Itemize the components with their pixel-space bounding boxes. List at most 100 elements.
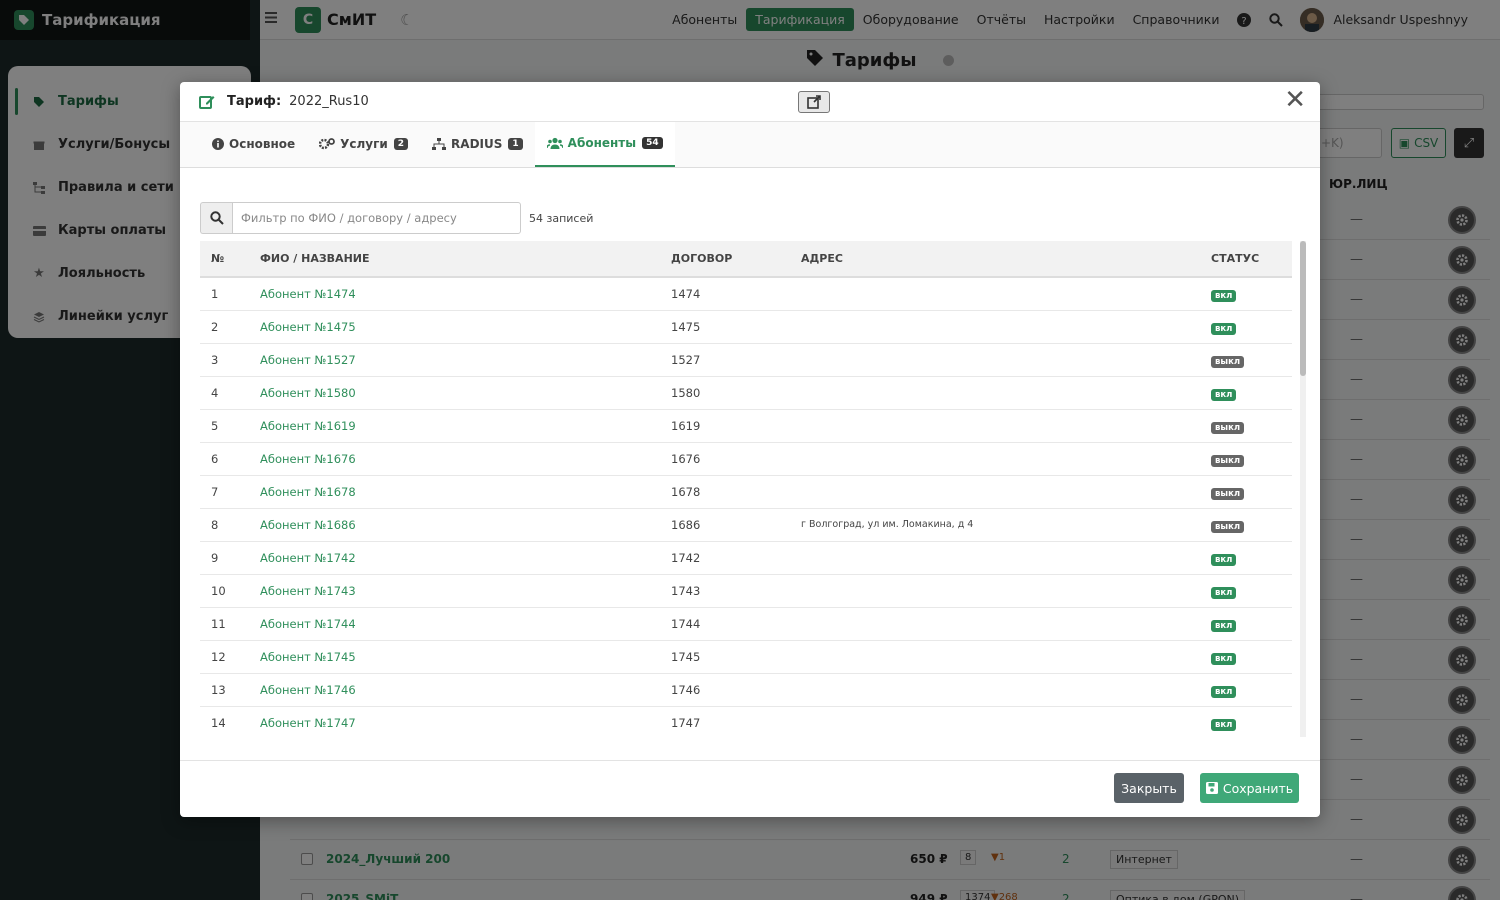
row-number: 13 bbox=[200, 673, 249, 707]
status-badge: вкл bbox=[1211, 289, 1237, 302]
col-name[interactable]: ФИО / НАЗВАНИЕ bbox=[249, 241, 660, 277]
external-link-icon bbox=[807, 95, 821, 109]
status-badge: вкл bbox=[1211, 685, 1237, 698]
subscriber-link[interactable]: Абонент №1746 bbox=[249, 673, 660, 707]
table-row: 1 Абонент №1474 1474 вкл bbox=[200, 277, 1292, 311]
save-label: Сохранить bbox=[1222, 780, 1294, 796]
table-row: 12 Абонент №1745 1745 вкл bbox=[200, 640, 1292, 674]
subscriber-link[interactable]: Абонент №1474 bbox=[249, 277, 660, 311]
status-badge: выкл bbox=[1211, 454, 1245, 467]
subscriber-link[interactable]: Абонент №1619 bbox=[249, 409, 660, 443]
floppy-disk-icon bbox=[1205, 782, 1218, 794]
subscriber-link[interactable]: Абонент №1747 bbox=[249, 706, 660, 737]
row-number: 6 bbox=[200, 442, 249, 476]
row-status-cell: вкл bbox=[1200, 277, 1292, 311]
row-address bbox=[790, 475, 1200, 509]
tab-radius[interactable]: RADIUS 1 bbox=[420, 121, 535, 167]
status-badge: выкл bbox=[1211, 421, 1245, 434]
status-badge: вкл bbox=[1211, 619, 1237, 632]
row-address bbox=[790, 673, 1200, 707]
row-address bbox=[790, 277, 1200, 311]
table-row: 14 Абонент №1747 1747 вкл bbox=[200, 706, 1292, 737]
row-number: 12 bbox=[200, 640, 249, 674]
row-contract: 1527 bbox=[660, 343, 790, 377]
row-status-cell: вкл bbox=[1200, 310, 1292, 344]
row-number: 8 bbox=[200, 508, 249, 542]
row-contract: 1747 bbox=[660, 706, 790, 737]
table-scrollbar[interactable] bbox=[1300, 241, 1306, 737]
row-contract: 1676 bbox=[660, 442, 790, 476]
tab-label: Услуги bbox=[340, 137, 388, 151]
close-icon[interactable]: ✕ bbox=[1284, 87, 1306, 113]
tab-badge: 54 bbox=[642, 137, 663, 149]
tab-subscribers[interactable]: Абоненты 54 bbox=[534, 121, 675, 167]
table-row: 3 Абонент №1527 1527 выкл bbox=[200, 343, 1292, 377]
modal-footer: Закрыть Сохранить bbox=[180, 760, 1320, 817]
close-button[interactable]: Закрыть bbox=[1114, 773, 1184, 803]
row-status-cell: вкл bbox=[1200, 376, 1292, 410]
row-contract: 1475 bbox=[660, 310, 790, 344]
table-row: 11 Абонент №1744 1744 вкл bbox=[200, 607, 1292, 641]
row-contract: 1742 bbox=[660, 541, 790, 575]
row-number: 3 bbox=[200, 343, 249, 377]
status-badge: вкл bbox=[1211, 586, 1237, 599]
row-address bbox=[790, 574, 1200, 608]
edit-icon bbox=[199, 94, 215, 110]
row-status-cell: выкл bbox=[1200, 409, 1292, 443]
row-status-cell: вкл bbox=[1200, 607, 1292, 641]
row-address bbox=[790, 706, 1200, 737]
subscribers-table: № ФИО / НАЗВАНИЕ ДОГОВОР АДРЕС СТАТУС 1А… bbox=[200, 241, 1292, 737]
status-badge: выкл bbox=[1211, 520, 1245, 533]
row-status-cell: выкл bbox=[1200, 343, 1292, 377]
row-contract: 1686 bbox=[660, 508, 790, 542]
row-status-cell: вкл bbox=[1200, 574, 1292, 608]
status-badge: вкл bbox=[1211, 652, 1237, 665]
subscriber-link[interactable]: Абонент №1743 bbox=[249, 574, 660, 608]
row-number: 9 bbox=[200, 541, 249, 575]
status-badge: вкл bbox=[1211, 322, 1237, 335]
info-circle-icon bbox=[212, 138, 224, 150]
row-status-cell: выкл bbox=[1200, 475, 1292, 509]
tariff-modal: Тариф: 2022_Rus10 ✕ Основное Услуги 2 RA… bbox=[180, 82, 1320, 817]
row-address bbox=[790, 343, 1200, 377]
row-status-cell: вкл bbox=[1200, 706, 1292, 737]
row-status-cell: выкл bbox=[1200, 442, 1292, 476]
subscriber-link[interactable]: Абонент №1527 bbox=[249, 343, 660, 377]
table-row: 8 Абонент №1686 1686 г Волгоград, ул им. Ло… bbox=[200, 508, 1292, 542]
subscriber-link[interactable]: Абонент №1580 bbox=[249, 376, 660, 410]
tab-services[interactable]: Услуги 2 bbox=[307, 121, 420, 167]
tab-badge: 2 bbox=[393, 138, 409, 150]
col-address[interactable]: АДРЕС bbox=[790, 241, 1200, 277]
subscriber-link[interactable]: Абонент №1742 bbox=[249, 541, 660, 575]
row-status-cell: выкл bbox=[1200, 508, 1292, 542]
subscriber-link[interactable]: Абонент №1745 bbox=[249, 640, 660, 674]
table-row: 6 Абонент №1676 1676 выкл bbox=[200, 442, 1292, 476]
row-number: 1 bbox=[200, 277, 249, 311]
save-button[interactable]: Сохранить bbox=[1200, 773, 1299, 803]
row-address bbox=[790, 541, 1200, 575]
row-address bbox=[790, 640, 1200, 674]
col-status[interactable]: СТАТУС bbox=[1200, 241, 1292, 277]
tab-main[interactable]: Основное bbox=[200, 121, 307, 167]
row-number: 11 bbox=[200, 607, 249, 641]
subscriber-link[interactable]: Абонент №1475 bbox=[249, 310, 660, 344]
table-row: 13 Абонент №1746 1746 вкл bbox=[200, 673, 1292, 707]
external-link-button[interactable] bbox=[798, 91, 830, 113]
filter-input[interactable] bbox=[232, 202, 521, 234]
row-address: г Волгоград, ул им. Ломакина, д 4 bbox=[790, 508, 1200, 542]
subscriber-link[interactable]: Абонент №1678 bbox=[249, 475, 660, 509]
row-contract: 1746 bbox=[660, 673, 790, 707]
table-row: 10 Абонент №1743 1743 вкл bbox=[200, 574, 1292, 608]
subscriber-link[interactable]: Абонент №1744 bbox=[249, 607, 660, 641]
subscriber-link[interactable]: Абонент №1686 bbox=[249, 508, 660, 542]
row-address bbox=[790, 607, 1200, 641]
row-number: 7 bbox=[200, 475, 249, 509]
subscribers-table-wrap[interactable]: № ФИО / НАЗВАНИЕ ДОГОВОР АДРЕС СТАТУС 1А… bbox=[200, 241, 1306, 737]
modal-title-value: 2022_Rus10 bbox=[289, 94, 369, 109]
row-address bbox=[790, 442, 1200, 476]
subscriber-link[interactable]: Абонент №1676 bbox=[249, 442, 660, 476]
records-count: 54 записей bbox=[529, 211, 594, 225]
scrollbar-thumb[interactable] bbox=[1300, 241, 1306, 376]
col-contract[interactable]: ДОГОВОР bbox=[660, 241, 790, 277]
col-number[interactable]: № bbox=[200, 241, 249, 277]
